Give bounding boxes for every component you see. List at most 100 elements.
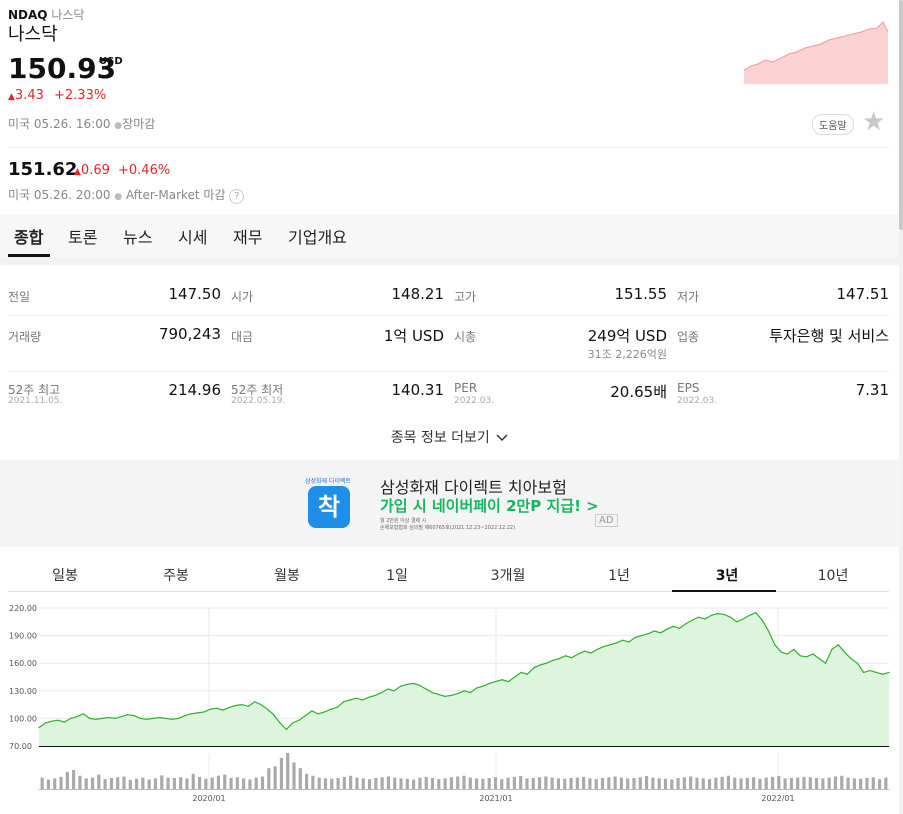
stat-sector[interactable]: 투자은행 및 서비스: [769, 325, 889, 346]
tab-financials[interactable]: 재무: [233, 224, 262, 248]
volume-bar: [103, 779, 107, 789]
volume-bar: [72, 770, 76, 789]
stat-label-open: 시가: [231, 290, 254, 304]
price-point: [349, 699, 351, 701]
volume-bar: [632, 778, 636, 789]
tab-quotes[interactable]: 시세: [178, 224, 207, 248]
volume-bar: [569, 778, 573, 789]
period-tab-1d[interactable]: 1일: [342, 565, 452, 585]
volume-bar: [808, 777, 812, 789]
volume-bar: [500, 779, 504, 789]
tab-company-overview[interactable]: 기업개요: [288, 224, 347, 248]
more-info-button[interactable]: 종목 정보 더보기: [0, 427, 899, 447]
price-point: [342, 701, 345, 703]
market-time-line: 미국 05.26. 16:00 ●장마감: [8, 115, 155, 132]
volume-bar: [619, 777, 623, 789]
period-tab-monthly[interactable]: 월봉: [232, 565, 342, 585]
tab-discussion[interactable]: 토론: [68, 224, 97, 248]
price-point: [761, 619, 763, 621]
volume-bar: [46, 779, 51, 789]
price-point: [438, 693, 440, 696]
volume-bar: [638, 777, 642, 789]
price-point: [235, 704, 237, 707]
volume-bar: [393, 777, 397, 789]
volume-bar: [884, 777, 888, 789]
price-point: [114, 717, 116, 719]
scrollbar-thumb[interactable]: [899, 0, 903, 230]
more-info-label: 종목 정보 더보기: [390, 430, 490, 446]
stat-eps-date: 2022.03.: [677, 396, 718, 406]
volume-bar: [859, 778, 863, 789]
period-tab-weekly[interactable]: 주봉: [121, 565, 231, 585]
stat-per-date: 2022.03.: [454, 396, 495, 406]
help-button[interactable]: 도움말: [812, 114, 854, 135]
price-point: [596, 648, 598, 650]
period-tab-1y[interactable]: 1년: [564, 565, 674, 585]
favorite-star-icon[interactable]: ★: [862, 107, 885, 137]
price-point: [279, 722, 281, 724]
price-point: [311, 710, 313, 712]
ad-fine-print-1: 월 2만원 이상 결제 시: [380, 518, 427, 524]
company-name: 나스닥: [8, 24, 58, 45]
volume-bar: [292, 762, 296, 789]
volume-bar: [405, 778, 409, 789]
stat-label-mcap: 시총: [454, 330, 477, 344]
volume-bar: [342, 776, 346, 789]
volume-bar: [815, 778, 819, 789]
volume-bar: [248, 779, 252, 789]
price-point: [463, 690, 465, 692]
volume-bar: [305, 773, 309, 789]
price-point: [609, 644, 611, 646]
price-point: [691, 619, 693, 621]
volume-bar: [833, 776, 838, 789]
volume-bar: [707, 779, 712, 789]
price-point: [285, 728, 287, 731]
price-point: [127, 714, 129, 716]
volume-bar: [512, 776, 516, 789]
y-tick-label: 130.00: [9, 687, 37, 696]
volume-bar: [267, 768, 271, 789]
period-active-indicator: [672, 590, 776, 592]
stat-label-volume: 거래량: [8, 330, 42, 344]
volume-bar: [424, 776, 428, 789]
period-tab-daily[interactable]: 일봉: [10, 565, 120, 585]
price-point: [330, 708, 332, 710]
volume-bar: [695, 777, 699, 789]
scrollbar-track[interactable]: [899, 0, 903, 814]
tab-news[interactable]: 뉴스: [123, 224, 152, 248]
volume-bar: [827, 777, 831, 789]
price-point: [812, 653, 814, 655]
volume-bar: [613, 776, 617, 789]
volume-bar: [122, 776, 126, 789]
price-point: [641, 635, 643, 637]
volume-bar: [399, 778, 403, 789]
price-point: [805, 656, 808, 658]
help-question-icon[interactable]: ?: [229, 189, 245, 204]
volume-bar: [481, 778, 485, 789]
volume-bar: [374, 778, 378, 789]
price-point: [793, 648, 795, 650]
price-area-fill: [39, 612, 889, 746]
volume-bar: [223, 774, 227, 789]
period-tab-10y[interactable]: 10년: [778, 565, 888, 585]
price-point: [621, 639, 624, 641]
volume-bar: [40, 777, 44, 789]
price-point: [476, 687, 478, 689]
stat-high: 151.55: [614, 285, 668, 303]
volume-bar: [739, 778, 743, 789]
volume-bar: [544, 776, 548, 789]
price-point: [824, 662, 827, 664]
ad-badge: AD: [595, 514, 618, 527]
tab-summary[interactable]: 종합: [14, 224, 43, 248]
ad-fine-print-2: 손해보험협회 심의필 제60765호(2021.12.23~2022.12.22…: [380, 525, 516, 531]
price-point: [133, 715, 135, 717]
price-point: [831, 648, 833, 650]
price-chart[interactable]: 220.00 190.00 160.00 130.00 100.00 70.00 2020/…: [0, 598, 899, 814]
price-point: [254, 701, 256, 703]
volume-bar: [273, 766, 277, 789]
volume-bar: [456, 776, 460, 789]
period-tab-3y[interactable]: 3년: [672, 565, 782, 585]
price-point: [425, 688, 427, 690]
volume-bar: [575, 777, 579, 789]
period-tab-3m[interactable]: 3개월: [453, 565, 563, 585]
